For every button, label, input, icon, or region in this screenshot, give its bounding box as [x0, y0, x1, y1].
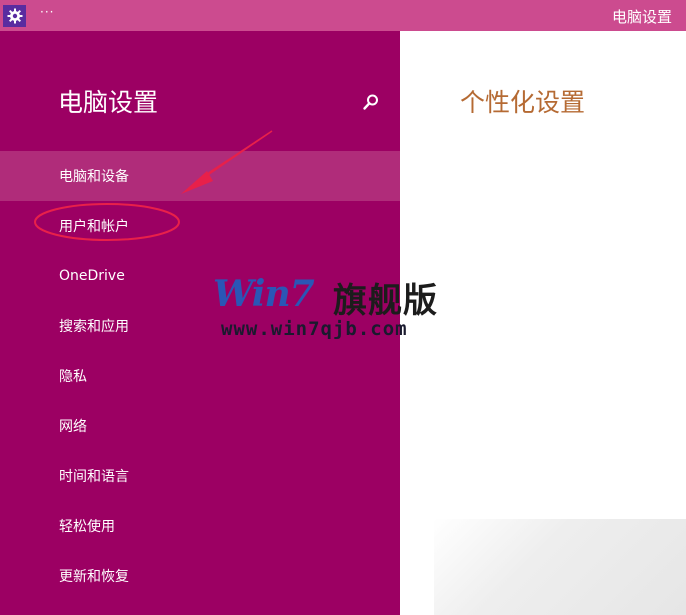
- sidebar-item-label: 更新和恢复: [59, 569, 129, 585]
- background-shade: [434, 519, 686, 615]
- sidebar-item-privacy[interactable]: 隐私: [0, 351, 400, 401]
- more-options-icon[interactable]: ···: [40, 5, 54, 19]
- sidebar-item-update-and-recovery[interactable]: 更新和恢复: [0, 551, 400, 601]
- watermark-url: www.win7qjb.com: [221, 318, 408, 340]
- sidebar-item-network[interactable]: 网络: [0, 401, 400, 451]
- sidebar-item-label: 电脑和设备: [59, 169, 129, 185]
- sidebar-item-pc-and-devices[interactable]: 电脑和设备: [0, 151, 400, 201]
- title-bar: ··· 电脑设置: [0, 0, 686, 31]
- sidebar-item-label: 网络: [59, 419, 87, 435]
- watermark: Win7 旗舰版 www.win7qjb.com: [213, 273, 453, 345]
- gear-icon[interactable]: [3, 5, 26, 27]
- sidebar-item-ease-of-access[interactable]: 轻松使用: [0, 501, 400, 551]
- sidebar-item-label: OneDrive: [59, 268, 125, 284]
- sidebar-item-label: 时间和语言: [59, 469, 129, 485]
- sidebar-heading: 电脑设置: [58, 88, 159, 117]
- sidebar-item-label: 搜索和应用: [59, 319, 129, 335]
- window-title: 电脑设置: [611, 8, 672, 26]
- sidebar-item-label: 用户和帐户: [59, 219, 129, 235]
- sidebar-item-label: 隐私: [59, 369, 87, 385]
- search-icon[interactable]: [360, 91, 382, 113]
- watermark-brand: Win7: [213, 273, 315, 315]
- sidebar-item-label: 轻松使用: [59, 519, 115, 535]
- watermark-brand-cn: 旗舰版: [333, 281, 438, 321]
- sidebar-item-users-and-accounts[interactable]: 用户和帐户: [0, 201, 400, 251]
- page-title: 个性化设置: [460, 88, 586, 117]
- sidebar-item-time-and-language[interactable]: 时间和语言: [0, 451, 400, 501]
